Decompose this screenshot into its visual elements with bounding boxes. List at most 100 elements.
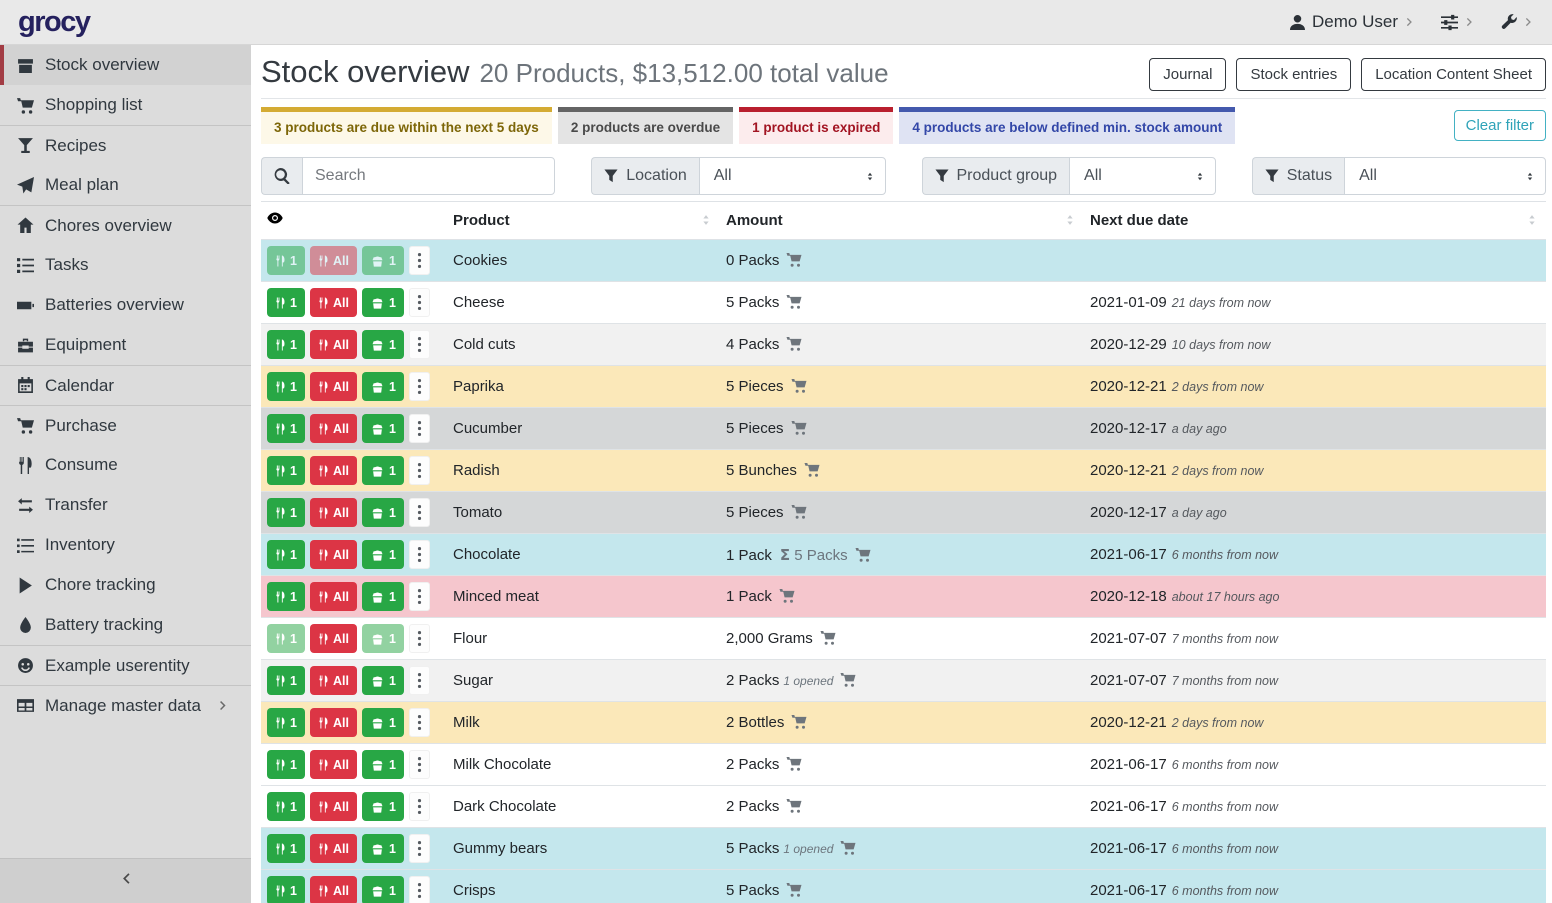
sidebar-item-shopping-list[interactable]: Shopping list [0, 85, 251, 125]
banner-overdue[interactable]: 2 products are overdue [558, 107, 733, 144]
consume-one-button[interactable]: 1 [267, 708, 305, 737]
banner-expired[interactable]: 1 product is expired [739, 107, 893, 144]
open-one-button[interactable]: 1 [362, 876, 404, 903]
consume-one-button[interactable]: 1 [267, 414, 305, 443]
search-input[interactable] [302, 157, 555, 195]
sidebar-item-transfer[interactable]: Transfer [0, 485, 251, 525]
consume-one-button[interactable]: 1 [267, 540, 305, 569]
consume-one-button[interactable]: 1 [267, 876, 305, 903]
consume-all-button[interactable]: All [310, 750, 357, 779]
consume-one-button[interactable]: 1 [267, 246, 305, 275]
row-menu-button[interactable] [409, 582, 430, 611]
open-one-button[interactable]: 1 [362, 792, 404, 821]
sidebar-item-stock-overview[interactable]: Stock overview [0, 45, 251, 85]
sidebar-item-batteries-overview[interactable]: Batteries overview [0, 285, 251, 325]
product-group-select[interactable]: All [1069, 157, 1216, 195]
row-menu-button[interactable] [409, 288, 430, 317]
row-menu-button[interactable] [409, 498, 430, 527]
column-header-due-date[interactable]: Next due date [1084, 202, 1546, 240]
consume-one-button[interactable]: 1 [267, 582, 305, 611]
settings-menu[interactable] [1441, 14, 1475, 31]
row-menu-button[interactable] [409, 540, 430, 569]
open-one-button[interactable]: 1 [362, 750, 404, 779]
open-one-button[interactable]: 1 [362, 456, 404, 485]
row-menu-button[interactable] [409, 246, 430, 275]
consume-all-button[interactable]: All [310, 288, 357, 317]
banner-due-soon[interactable]: 3 products are due within the next 5 day… [261, 107, 552, 144]
status-select[interactable]: All [1344, 157, 1546, 195]
row-menu-button[interactable] [409, 414, 430, 443]
consume-all-button[interactable]: All [310, 666, 357, 695]
sidebar-item-chore-tracking[interactable]: Chore tracking [0, 565, 251, 605]
sidebar-item-chores-overview[interactable]: Chores overview [0, 205, 251, 245]
journal-button[interactable]: Journal [1149, 58, 1226, 91]
consume-one-button[interactable]: 1 [267, 498, 305, 527]
sidebar-item-calendar[interactable]: Calendar [0, 365, 251, 405]
sidebar-item-example-userentity[interactable]: Example userentity [0, 645, 251, 685]
sidebar-item-battery-tracking[interactable]: Battery tracking [0, 605, 251, 645]
consume-one-button[interactable]: 1 [267, 288, 305, 317]
consume-all-button[interactable]: All [310, 372, 357, 401]
row-menu-button[interactable] [409, 372, 430, 401]
consume-one-button[interactable]: 1 [267, 834, 305, 863]
consume-all-button[interactable]: All [310, 792, 357, 821]
column-header-amount[interactable]: Amount [720, 202, 1084, 240]
open-one-button[interactable]: 1 [362, 834, 404, 863]
consume-all-button[interactable]: All [310, 582, 357, 611]
consume-one-button[interactable]: 1 [267, 624, 305, 653]
consume-all-button[interactable]: All [310, 498, 357, 527]
row-menu-button[interactable] [409, 624, 430, 653]
row-menu-button[interactable] [409, 876, 430, 903]
sidebar-item-consume[interactable]: Consume [0, 445, 251, 485]
open-one-button[interactable]: 1 [362, 498, 404, 527]
open-one-button[interactable]: 1 [362, 624, 404, 653]
consume-all-button[interactable]: All [310, 414, 357, 443]
sidebar-collapse-button[interactable] [0, 858, 251, 903]
consume-one-button[interactable]: 1 [267, 750, 305, 779]
row-menu-button[interactable] [409, 750, 430, 779]
clear-filter-button[interactable]: Clear filter [1454, 110, 1546, 141]
consume-all-button[interactable]: All [310, 540, 357, 569]
app-logo[interactable]: grocy [18, 6, 89, 39]
row-menu-button[interactable] [409, 330, 430, 359]
banner-below-min-stock[interactable]: 4 products are below defined min. stock … [899, 107, 1235, 144]
sidebar-item-purchase[interactable]: Purchase [0, 405, 251, 445]
open-one-button[interactable]: 1 [362, 666, 404, 695]
row-menu-button[interactable] [409, 792, 430, 821]
consume-one-button[interactable]: 1 [267, 792, 305, 821]
consume-all-button[interactable]: All [310, 708, 357, 737]
open-one-button[interactable]: 1 [362, 288, 404, 317]
open-one-button[interactable]: 1 [362, 708, 404, 737]
open-one-button[interactable]: 1 [362, 246, 404, 275]
column-visibility-toggle[interactable] [261, 202, 447, 240]
open-one-button[interactable]: 1 [362, 582, 404, 611]
consume-all-button[interactable]: All [310, 834, 357, 863]
sidebar-item-inventory[interactable]: Inventory [0, 525, 251, 565]
open-one-button[interactable]: 1 [362, 540, 404, 569]
consume-all-button[interactable]: All [310, 330, 357, 359]
open-one-button[interactable]: 1 [362, 372, 404, 401]
sidebar-item-tasks[interactable]: Tasks [0, 245, 251, 285]
sidebar-item-recipes[interactable]: Recipes [0, 125, 251, 165]
user-menu[interactable]: Demo User [1290, 12, 1415, 32]
row-menu-button[interactable] [409, 666, 430, 695]
consume-one-button[interactable]: 1 [267, 330, 305, 359]
consume-one-button[interactable]: 1 [267, 666, 305, 695]
row-menu-button[interactable] [409, 708, 430, 737]
consume-all-button[interactable]: All [310, 246, 357, 275]
consume-all-button[interactable]: All [310, 876, 357, 903]
location-content-sheet-button[interactable]: Location Content Sheet [1361, 58, 1546, 91]
consume-all-button[interactable]: All [310, 456, 357, 485]
stock-entries-button[interactable]: Stock entries [1236, 58, 1351, 91]
consume-all-button[interactable]: All [310, 624, 357, 653]
open-one-button[interactable]: 1 [362, 414, 404, 443]
sidebar-item-manage-master-data[interactable]: Manage master data [0, 685, 251, 725]
location-select[interactable]: All [699, 157, 886, 195]
open-one-button[interactable]: 1 [362, 330, 404, 359]
consume-one-button[interactable]: 1 [267, 372, 305, 401]
admin-menu[interactable] [1501, 14, 1534, 30]
consume-one-button[interactable]: 1 [267, 456, 305, 485]
column-header-product[interactable]: Product [447, 202, 720, 240]
sidebar-item-meal-plan[interactable]: Meal plan [0, 165, 251, 205]
sidebar-item-equipment[interactable]: Equipment [0, 325, 251, 365]
